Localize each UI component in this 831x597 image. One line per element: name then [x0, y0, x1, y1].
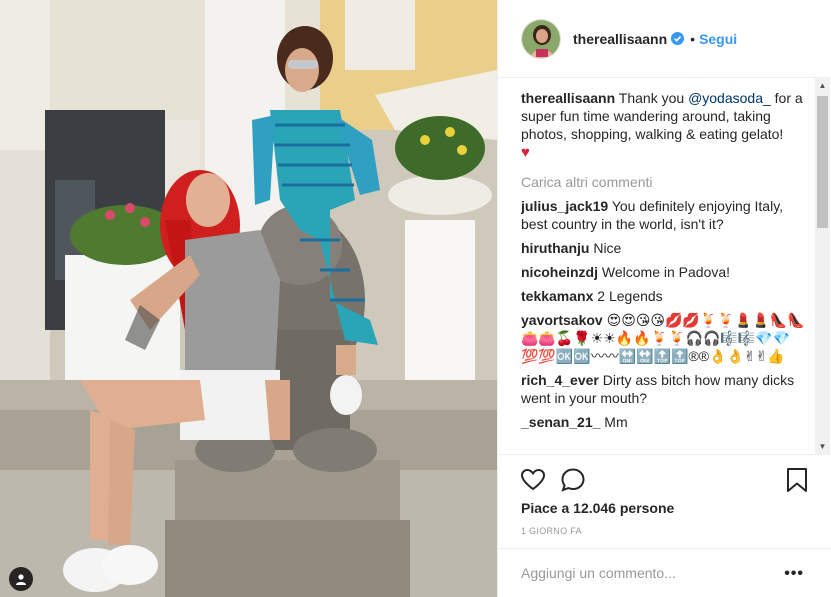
comment-item: _senan_21_ Mm — [521, 413, 809, 431]
comment-text: Nice — [593, 240, 622, 256]
comment-username[interactable]: tekkamanx — [521, 288, 593, 304]
separator-dot: • — [690, 30, 696, 47]
comment-username[interactable]: nicoheinzdj — [521, 264, 598, 280]
post-timestamp[interactable]: 1 GIORNO FA — [521, 526, 582, 536]
comment-item: tekkamanx 2 Legends — [521, 287, 809, 305]
more-options-button[interactable]: ••• — [784, 565, 804, 583]
heart-icon — [520, 468, 546, 497]
verified-badge-icon — [671, 32, 685, 45]
scrollbar-thumb[interactable] — [817, 96, 828, 228]
caption-text-before: Thank you — [618, 90, 689, 106]
author-username[interactable]: thereallisaann — [573, 31, 667, 47]
action-bar — [498, 454, 831, 504]
add-comment-input[interactable] — [521, 563, 771, 583]
post-header: thereallisaann • Segui — [498, 0, 831, 78]
comment-username[interactable]: yavortsakov — [521, 312, 603, 328]
comment-item: julius_jack19 You definitely enjoying It… — [521, 197, 809, 233]
comment-button[interactable] — [560, 467, 586, 493]
avatar[interactable] — [521, 18, 561, 59]
scroll-up-arrow-icon[interactable]: ▲ — [815, 78, 830, 93]
caption: thereallisaann Thank you @yodasoda_ for … — [521, 89, 809, 162]
comment-bubble-icon — [560, 468, 586, 497]
bookmark-icon — [784, 468, 810, 497]
comment-username[interactable]: rich_4_ever — [521, 372, 599, 388]
scroll-down-arrow-icon[interactable]: ▼ — [815, 439, 830, 454]
user-tag-button[interactable] — [9, 567, 33, 591]
save-button[interactable] — [784, 467, 810, 493]
comment-item: nicoheinzdj Welcome in Padova! — [521, 263, 809, 281]
follow-button[interactable]: Segui — [699, 31, 737, 47]
likes-count[interactable]: Piace a 12.046 persone — [521, 500, 674, 516]
comment-username[interactable]: hiruthanju — [521, 240, 589, 256]
like-button[interactable] — [520, 467, 546, 493]
caption-mention[interactable]: @yodasoda_ — [688, 90, 771, 106]
caption-heart-emoji: ♥ — [521, 144, 530, 161]
avatar-image — [522, 19, 560, 58]
comments-list[interactable]: thereallisaann Thank you @yodasoda_ for … — [521, 89, 809, 449]
comment-username[interactable]: _senan_21_ — [521, 414, 600, 430]
add-comment-section: ••• — [498, 548, 831, 597]
post-side-panel: thereallisaann • Segui thereallisaann Th… — [497, 0, 831, 597]
user-tag-icon — [15, 573, 27, 585]
comment-item: hiruthanju Nice — [521, 239, 809, 257]
comment-text: Mm — [604, 414, 628, 430]
comments-scrollbar[interactable]: ▲ ▼ — [815, 78, 830, 454]
photo-illustration — [0, 0, 497, 597]
comment-item: rich_4_ever Dirty ass bitch how many dic… — [521, 371, 809, 407]
caption-username[interactable]: thereallisaann — [521, 90, 615, 106]
post-photo[interactable] — [0, 0, 497, 597]
comment-username[interactable]: julius_jack19 — [521, 198, 608, 214]
load-more-comments-button[interactable]: Carica altri commenti — [521, 173, 809, 191]
comment-text: 2 Legends — [597, 288, 663, 304]
comment-text: Welcome in Padova! — [601, 264, 731, 280]
comment-item: yavortsakov 😍😍😘😘💋💋🍹🍹💄💄👠👠👛👛🍒🌹☀☀🔥🔥🍹🍹🎧🎧🎼🎼💎💎… — [521, 311, 809, 365]
